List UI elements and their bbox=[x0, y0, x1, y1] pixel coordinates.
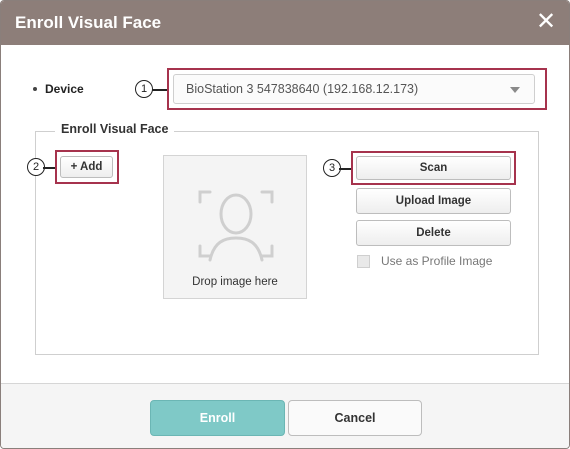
device-bullet bbox=[33, 87, 37, 91]
upload-image-button[interactable]: Upload Image bbox=[356, 188, 511, 214]
image-drop-zone[interactable]: Drop image here bbox=[163, 155, 307, 299]
chevron-down-icon bbox=[510, 87, 520, 93]
callout-3-connector bbox=[339, 168, 351, 170]
use-as-profile-checkbox[interactable] bbox=[357, 255, 370, 268]
cancel-button[interactable]: Cancel bbox=[288, 400, 422, 436]
callout-2-connector bbox=[43, 167, 55, 169]
callout-1-badge: 1 bbox=[135, 80, 153, 98]
use-as-profile-label: Use as Profile Image bbox=[381, 254, 493, 268]
drop-hint: Drop image here bbox=[192, 276, 278, 288]
device-select[interactable]: BioStation 3 547838640 (192.168.12.173) bbox=[173, 74, 535, 104]
dialog-footer bbox=[1, 384, 569, 448]
device-label: Device bbox=[45, 82, 84, 96]
enroll-visual-face-dialog: Enroll Visual Face ✕ Device 1 BioStation… bbox=[0, 0, 570, 449]
delete-button[interactable]: Delete bbox=[356, 220, 511, 246]
enroll-button[interactable]: Enroll bbox=[150, 400, 285, 436]
dialog-titlebar: Enroll Visual Face ✕ bbox=[1, 1, 569, 45]
dialog-title: Enroll Visual Face bbox=[15, 13, 162, 32]
close-icon[interactable]: ✕ bbox=[533, 9, 559, 35]
device-select-value: BioStation 3 547838640 (192.168.12.173) bbox=[186, 82, 419, 96]
callout-1-connector bbox=[151, 89, 167, 91]
scan-button[interactable]: Scan bbox=[356, 156, 511, 180]
add-button[interactable]: + Add bbox=[60, 156, 113, 178]
enroll-section-legend: Enroll Visual Face bbox=[55, 122, 175, 136]
